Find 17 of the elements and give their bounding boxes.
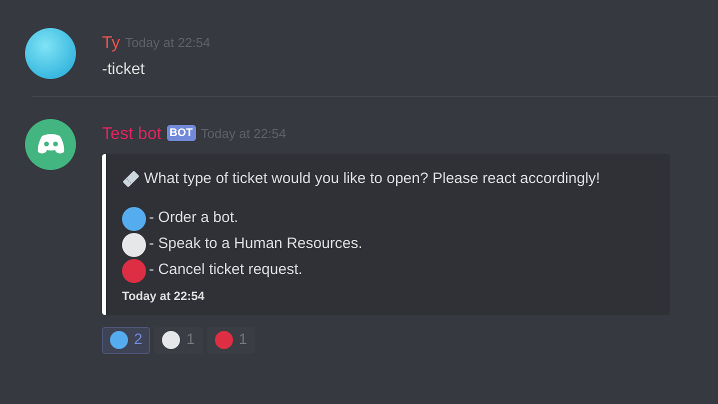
author-name[interactable]: Test bot — [102, 120, 162, 146]
reaction-button[interactable]: 1 — [206, 326, 256, 354]
reaction-count: 1 — [186, 330, 195, 350]
reaction-count: 1 — [238, 330, 248, 350]
embed-description: What type of ticket would you like to open? Please react accordingly! — [144, 169, 600, 189]
option-text: - Cancel ticket request. — [149, 260, 302, 280]
reaction-count: 2 — [134, 330, 142, 350]
reaction-button[interactable]: 2 — [102, 326, 150, 354]
option-text: - Speak to a Human Resources. — [149, 234, 362, 254]
bot-tag: BOT — [166, 125, 196, 142]
message-text: -ticket — [102, 60, 146, 80]
option-text: - Order a bot. — [149, 208, 238, 228]
embed-footer: Today at 22:54 — [122, 286, 660, 304]
gamepad-face-icon — [36, 133, 66, 155]
reaction-button[interactable]: 1 — [154, 326, 203, 354]
user-avatar — [25, 28, 76, 79]
author-name[interactable]: Ty — [102, 30, 120, 56]
